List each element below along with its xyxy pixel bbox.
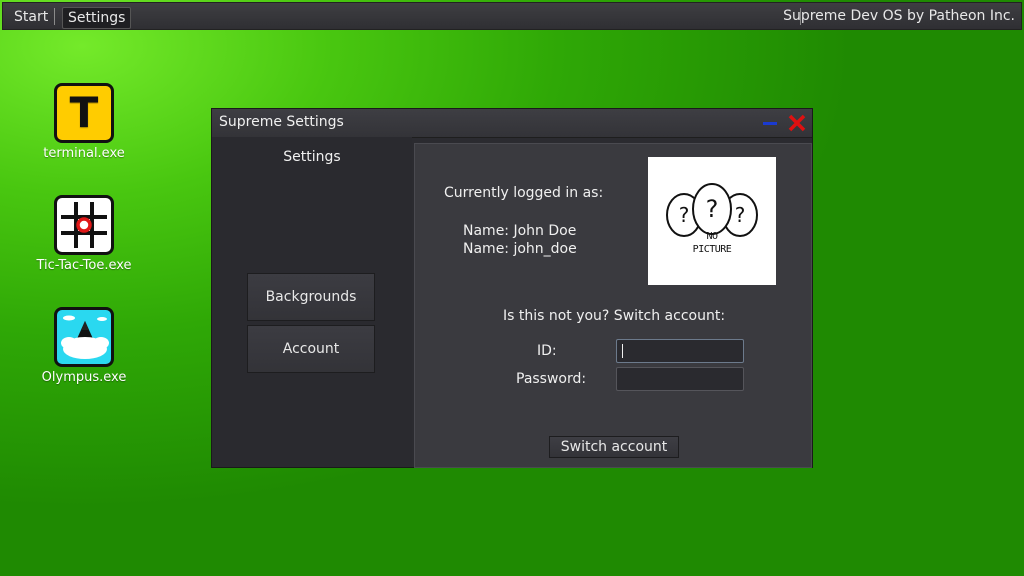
olympus-icon[interactable] bbox=[54, 307, 114, 367]
os-title: Supreme Dev OS by Patheon Inc. bbox=[783, 8, 1015, 24]
id-label: ID: bbox=[537, 343, 557, 359]
desktop-icon-terminal[interactable]: T terminal.exe bbox=[29, 83, 139, 161]
id-input[interactable] bbox=[616, 339, 744, 363]
minimize-icon[interactable] bbox=[762, 115, 778, 131]
start-button[interactable]: Start bbox=[9, 7, 53, 27]
desktop-icon-label[interactable]: Tic-Tac-Toe.exe bbox=[29, 258, 139, 273]
window-titlebar[interactable]: Supreme Settings bbox=[212, 109, 812, 138]
desktop-icon-olympus[interactable]: Olympus.exe bbox=[29, 307, 139, 385]
switch-account-button[interactable]: Switch account bbox=[549, 436, 679, 458]
taskbar: Start Settings Supreme Dev OS by Patheon… bbox=[2, 2, 1022, 30]
backgrounds-button[interactable]: Backgrounds bbox=[247, 273, 375, 321]
desktop-icon-tic-tac-toe[interactable]: Tic-Tac-Toe.exe bbox=[29, 195, 139, 273]
logged-in-heading: Currently logged in as: bbox=[444, 185, 604, 201]
tic-tac-toe-icon[interactable] bbox=[54, 195, 114, 255]
svg-text:?: ? bbox=[679, 203, 690, 227]
desktop-icon-label[interactable]: Olympus.exe bbox=[29, 370, 139, 385]
window-title: Supreme Settings bbox=[219, 114, 344, 130]
close-icon[interactable] bbox=[788, 114, 806, 132]
settings-sidebar: Settings Backgrounds Account bbox=[212, 137, 412, 467]
account-button[interactable]: Account bbox=[247, 325, 375, 373]
settings-window: Supreme Settings Settings Backgrounds Ac… bbox=[211, 108, 813, 468]
svg-text:?: ? bbox=[735, 203, 746, 227]
taskbar-divider bbox=[54, 8, 55, 25]
switch-prompt: Is this not you? Switch account: bbox=[502, 308, 726, 324]
name-line: Name: John Doe bbox=[463, 223, 577, 239]
taskbar-settings-button[interactable]: Settings bbox=[62, 7, 132, 29]
desktop-icon-label[interactable]: terminal.exe bbox=[29, 146, 139, 161]
no-picture-text: PICTURE bbox=[692, 244, 732, 255]
no-picture-icon: ? ? ? bbox=[666, 183, 758, 237]
profile-picture: ? ? ? NO PICTURE bbox=[648, 157, 776, 285]
terminal-icon[interactable]: T bbox=[54, 83, 114, 143]
svg-text:?: ? bbox=[706, 195, 719, 223]
no-picture-text: NO bbox=[706, 231, 718, 242]
username-line: Name: john_doe bbox=[463, 241, 577, 257]
password-label: Password: bbox=[516, 371, 587, 387]
sidebar-title: Settings bbox=[283, 149, 341, 165]
account-panel: Currently logged in as: Name: John Doe N… bbox=[414, 143, 812, 468]
text-caret bbox=[622, 344, 623, 358]
password-input[interactable] bbox=[616, 367, 744, 391]
